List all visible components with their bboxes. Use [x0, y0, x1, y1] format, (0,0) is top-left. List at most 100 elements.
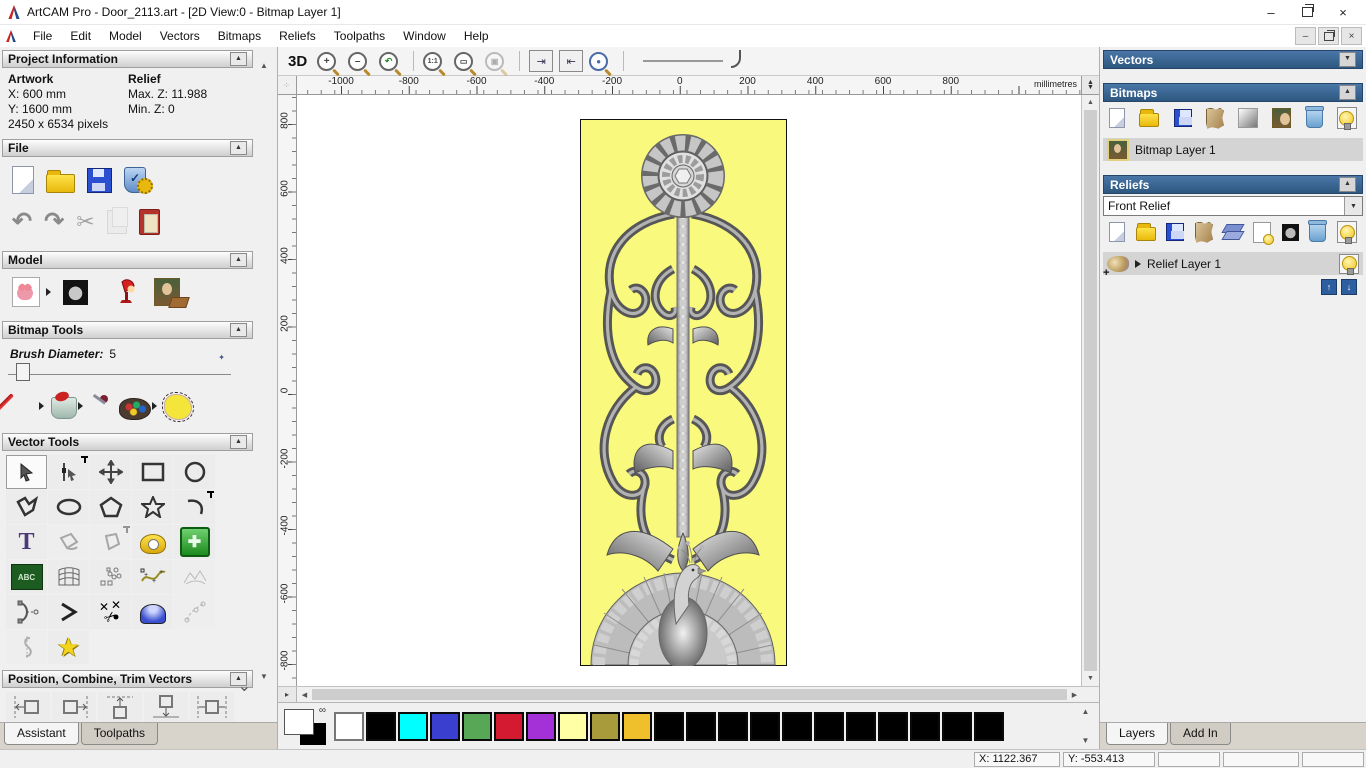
collapse-button[interactable]: ▲ — [230, 323, 247, 337]
palette-colour-8[interactable] — [590, 712, 620, 741]
save-bitmap-layer-icon[interactable] — [1173, 109, 1192, 127]
dropdown-arrow-icon[interactable]: ▼ — [1344, 197, 1362, 215]
block-copy-tool[interactable] — [90, 560, 131, 594]
open-model-icon[interactable] — [46, 169, 75, 193]
toggle-bitmap-visibility-button[interactable] — [1336, 107, 1357, 130]
toggle-relief-visibility-button[interactable] — [1337, 221, 1357, 244]
collapse-button[interactable]: ▲ — [230, 253, 247, 267]
menu-window[interactable]: Window — [394, 26, 455, 46]
greyscale-relief-icon[interactable] — [1281, 223, 1299, 241]
fit-polyline-tool[interactable] — [174, 595, 215, 629]
vector-tools-header[interactable]: Vector Tools ▲ — [2, 433, 253, 451]
tab-assistant[interactable]: Assistant — [4, 723, 79, 745]
palette-colour-3[interactable] — [430, 712, 460, 741]
palette-colour-16[interactable] — [846, 712, 876, 741]
pour-fill-tool[interactable] — [48, 525, 89, 559]
scroll-down-arrow[interactable]: ▼ — [257, 670, 271, 684]
zoom-previous-icon[interactable]: ↶ — [379, 51, 399, 71]
palette-colour-10[interactable] — [654, 712, 684, 741]
scroll-down-arrow[interactable]: ▼ — [1078, 734, 1093, 748]
menu-vectors[interactable]: Vectors — [151, 26, 209, 46]
palette-colour-2[interactable] — [398, 712, 428, 741]
scroll-left-arrow[interactable]: ◀ — [297, 687, 312, 702]
relief-selector-dropdown[interactable]: Front Relief ▼ — [1103, 196, 1363, 216]
open-bitmap-layer-icon[interactable] — [1139, 109, 1160, 127]
palette-colour-20[interactable] — [974, 712, 1004, 741]
tab-layers[interactable]: Layers — [1106, 723, 1169, 745]
save-relief-layer-icon[interactable] — [1166, 223, 1185, 241]
palette-colour-12[interactable] — [718, 712, 748, 741]
move-layer-up-button[interactable]: ↑ — [1321, 279, 1337, 295]
palette-colour-9[interactable] — [622, 712, 652, 741]
transform-vectors-tool[interactable] — [90, 455, 131, 489]
scroll-right-arrow[interactable]: ▶ — [1067, 687, 1082, 702]
primary-secondary-colours[interactable]: ∞ — [284, 705, 328, 747]
bitmap-to-vector-icon[interactable] — [162, 392, 194, 422]
copy-icon[interactable] — [106, 207, 128, 234]
zoom-1to1-icon[interactable]: 1:1 — [423, 51, 443, 71]
position-combine-trim-header[interactable]: Position, Combine, Trim Vectors ▲ — [2, 670, 253, 688]
palette-colour-17[interactable] — [878, 712, 908, 741]
delete-relief-layer-icon[interactable] — [1308, 220, 1328, 242]
extrude-tool[interactable] — [132, 595, 173, 629]
menu-file[interactable]: File — [24, 26, 61, 46]
contrast-slider-track[interactable] — [643, 60, 724, 62]
slider-handle[interactable] — [16, 363, 30, 381]
relief-layer-visibility-button[interactable] — [1339, 253, 1359, 275]
bitmap-layer-name[interactable]: Bitmap Layer 1 — [1135, 143, 1216, 157]
free-relief-sketch-tool[interactable] — [174, 560, 215, 594]
create-rectangle-tool[interactable] — [132, 455, 173, 489]
contrast-slider-handle[interactable] — [731, 50, 742, 68]
align-top-tool[interactable] — [98, 692, 142, 722]
door-relief-artwork[interactable] — [580, 119, 787, 666]
new-model-icon[interactable] — [12, 166, 34, 194]
distort-vectors-tool[interactable] — [48, 560, 89, 594]
project-information-header[interactable]: Project Information ▲ — [2, 50, 253, 68]
collapse-button[interactable]: ▲ — [1339, 85, 1356, 100]
redo-icon[interactable]: ↷ — [44, 210, 64, 234]
bitmap-layer-row[interactable]: Bitmap Layer 1 — [1103, 138, 1363, 161]
palette-colour-4[interactable] — [462, 712, 492, 741]
primary-colour-swatch[interactable] — [284, 708, 314, 735]
expand-arrow-icon[interactable] — [1135, 259, 1141, 268]
section-profile-tool[interactable] — [6, 630, 47, 664]
bitmap-preview-icon[interactable] — [1272, 108, 1292, 128]
slider-track[interactable] — [8, 373, 231, 375]
menu-help[interactable]: Help — [455, 26, 498, 46]
create-arc-tool[interactable] — [174, 490, 215, 524]
save-model-icon[interactable] — [87, 167, 112, 193]
palette-colour-11[interactable] — [686, 712, 716, 741]
menu-model[interactable]: Model — [100, 26, 151, 46]
create-text-tool[interactable]: T — [6, 525, 47, 559]
delete-bitmap-layer-icon[interactable] — [1304, 106, 1324, 128]
model-check-icon[interactable]: ✓ — [124, 167, 153, 194]
measure-tool[interactable] — [132, 525, 173, 559]
fit-lines-tool[interactable] — [48, 595, 89, 629]
more-content-chevron-icon[interactable]: ⌄ — [238, 676, 251, 696]
scroll-up-arrow[interactable]: ▲ — [1082, 95, 1099, 110]
tab-toolpaths[interactable]: Toolpaths — [80, 723, 159, 745]
greyscale-view-icon[interactable] — [63, 279, 88, 305]
paste-along-curve-tool[interactable]: + + + — [132, 560, 173, 594]
create-circle-tool[interactable] — [174, 455, 215, 489]
menu-edit[interactable]: Edit — [61, 26, 100, 46]
restore-button[interactable] — [1300, 3, 1314, 20]
bitmap-tools-header[interactable]: Bitmap Tools ▲ — [2, 321, 253, 339]
close-button[interactable]: × — [1336, 5, 1350, 20]
center-horizontal-tool[interactable] — [190, 692, 234, 722]
create-ellipse-tool[interactable] — [48, 490, 89, 524]
ruler-units-dropdown[interactable]: ▲ ▼ — [1081, 76, 1099, 94]
palette-colour-15[interactable] — [814, 712, 844, 741]
texture-relief-icon[interactable] — [154, 278, 190, 308]
new-relief-layer-icon[interactable] — [1109, 222, 1125, 242]
bitmaps-header[interactable]: Bitmaps ▲ — [1103, 83, 1363, 102]
collapse-button[interactable]: ▲ — [1339, 177, 1356, 192]
align-right-tool[interactable] — [52, 692, 96, 722]
model-section-header[interactable]: Model ▲ — [2, 251, 253, 269]
relief-stack-icon[interactable] — [1224, 224, 1243, 240]
zoom-out-icon[interactable]: – — [348, 51, 368, 71]
horizontal-scroll-thumb[interactable] — [312, 689, 1067, 700]
collapse-button[interactable]: ▲ — [230, 435, 247, 449]
flyout-arrow-icon[interactable] — [39, 402, 44, 410]
palette-colour-1[interactable] — [366, 712, 396, 741]
